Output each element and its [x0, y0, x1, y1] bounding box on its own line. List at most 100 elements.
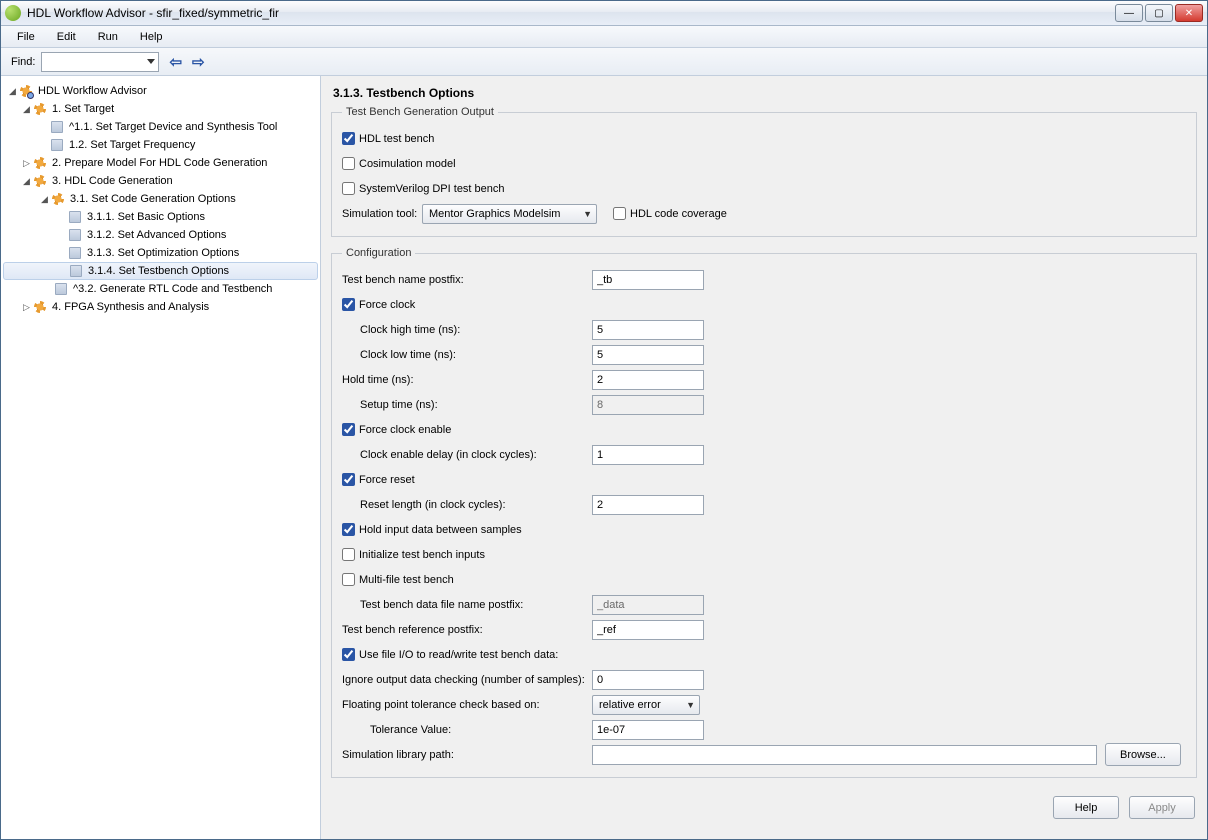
ignore-output-label: Ignore output data checking (number of s… [342, 674, 592, 686]
tree-node-2[interactable]: ▷ 2. Prepare Model For HDL Code Generati… [3, 154, 318, 172]
clock-enable-delay-input[interactable] [592, 445, 704, 465]
multi-file-checkbox[interactable] [342, 573, 355, 586]
collapse-icon[interactable]: ◢ [39, 194, 50, 205]
menu-help[interactable]: Help [130, 29, 173, 45]
gear-icon [32, 156, 48, 170]
force-clock-enable-label: Force clock enable [359, 424, 451, 436]
tb-postfix-label: Test bench name postfix: [342, 274, 592, 286]
expand-icon[interactable]: ▷ [21, 158, 32, 169]
expand-icon[interactable]: ▷ [21, 302, 32, 313]
titlebar: HDL Workflow Advisor - sfir_fixed/symmet… [1, 1, 1207, 26]
hold-time-input[interactable] [592, 370, 704, 390]
libpath-input[interactable] [592, 745, 1097, 765]
menu-file[interactable]: File [7, 29, 45, 45]
app-icon [5, 5, 21, 21]
document-icon [53, 282, 69, 296]
collapse-icon[interactable]: ◢ [21, 176, 32, 187]
clock-low-label: Clock low time (ns): [342, 349, 592, 361]
find-prev-icon[interactable]: ⇦ [167, 53, 184, 71]
hdl-coverage-checkbox[interactable] [613, 207, 626, 220]
menu-edit[interactable]: Edit [47, 29, 86, 45]
hold-input-checkbox[interactable] [342, 523, 355, 536]
document-icon [67, 246, 83, 260]
tree-node-3[interactable]: ◢ 3. HDL Code Generation [3, 172, 318, 190]
tree-root[interactable]: ◢ HDL Workflow Advisor [3, 82, 318, 100]
content-panel: 3.1.3. Testbench Options Test Bench Gene… [321, 76, 1207, 839]
collapse-icon[interactable]: ◢ [21, 104, 32, 115]
fptol-label: Floating point tolerance check based on: [342, 699, 592, 711]
titlebar-text: HDL Workflow Advisor - sfir_fixed/symmet… [27, 6, 1115, 20]
use-fileio-checkbox[interactable] [342, 648, 355, 661]
hdl-testbench-checkbox[interactable] [342, 132, 355, 145]
collapse-icon[interactable]: ◢ [7, 86, 18, 97]
tree-node-4[interactable]: ▷ 4. FPGA Synthesis and Analysis [3, 298, 318, 316]
tree-panel[interactable]: ◢ HDL Workflow Advisor ◢ 1. Set Target ^… [1, 76, 321, 839]
sim-tool-combo[interactable]: Mentor Graphics Modelsim ▼ [422, 204, 597, 224]
gear-icon [18, 84, 34, 98]
minimize-button[interactable]: — [1115, 4, 1143, 22]
document-icon [67, 210, 83, 224]
gear-icon [32, 174, 48, 188]
tolerance-value-label: Tolerance Value: [342, 724, 592, 736]
find-input[interactable] [41, 52, 159, 72]
init-tb-checkbox[interactable] [342, 548, 355, 561]
multi-file-label: Multi-file test bench [359, 574, 454, 586]
ref-postfix-input[interactable] [592, 620, 704, 640]
ignore-output-input[interactable] [592, 670, 704, 690]
menubar: File Edit Run Help [1, 26, 1207, 48]
force-clock-checkbox[interactable] [342, 298, 355, 311]
hdl-testbench-label: HDL test bench [359, 133, 434, 145]
sim-tool-label: Simulation tool: [342, 208, 422, 220]
tree-node-3-1-3[interactable]: 3.1.3. Set Optimization Options [3, 244, 318, 262]
tolerance-value-input[interactable] [592, 720, 704, 740]
footer: Help Apply [331, 788, 1197, 819]
force-reset-label: Force reset [359, 474, 415, 486]
clock-high-label: Clock high time (ns): [342, 324, 592, 336]
main: ◢ HDL Workflow Advisor ◢ 1. Set Target ^… [1, 76, 1207, 839]
toolbar: Find: ⇦ ⇨ [1, 48, 1207, 76]
sv-dpi-checkbox[interactable] [342, 182, 355, 195]
document-icon [49, 120, 65, 134]
group-testbench-output: Test Bench Generation Output HDL test be… [331, 106, 1197, 237]
gear-icon [32, 102, 48, 116]
help-button[interactable]: Help [1053, 796, 1119, 819]
reset-length-label: Reset length (in clock cycles): [342, 499, 592, 511]
setup-time-input [592, 395, 704, 415]
group-legend: Test Bench Generation Output [342, 106, 498, 118]
find-history-dropdown-icon[interactable] [147, 59, 155, 64]
hdl-coverage-label: HDL code coverage [630, 208, 727, 220]
use-fileio-label: Use file I/O to read/write test bench da… [359, 649, 558, 661]
tb-postfix-input[interactable] [592, 270, 704, 290]
page-title: 3.1.3. Testbench Options [331, 82, 1197, 106]
force-clock-label: Force clock [359, 299, 415, 311]
tree-node-3-1[interactable]: ◢ 3.1. Set Code Generation Options [3, 190, 318, 208]
tree-node-3-1-2[interactable]: 3.1.2. Set Advanced Options [3, 226, 318, 244]
close-button[interactable]: ✕ [1175, 4, 1203, 22]
hold-time-label: Hold time (ns): [342, 374, 592, 386]
tree-node-1[interactable]: ◢ 1. Set Target [3, 100, 318, 118]
find-next-icon[interactable]: ⇨ [190, 53, 207, 71]
gear-icon [32, 300, 48, 314]
cosimulation-checkbox[interactable] [342, 157, 355, 170]
menu-run[interactable]: Run [88, 29, 128, 45]
group-legend: Configuration [342, 247, 415, 259]
tree-node-1-2[interactable]: 1.2. Set Target Frequency [3, 136, 318, 154]
force-reset-checkbox[interactable] [342, 473, 355, 486]
clock-high-input[interactable] [592, 320, 704, 340]
apply-button[interactable]: Apply [1129, 796, 1195, 819]
reset-length-input[interactable] [592, 495, 704, 515]
tree-node-3-2[interactable]: ^3.2. Generate RTL Code and Testbench [3, 280, 318, 298]
tree-node-3-1-4-selected[interactable]: 3.1.4. Set Testbench Options [3, 262, 318, 280]
group-configuration: Configuration Test bench name postfix: F… [331, 247, 1197, 778]
maximize-button[interactable]: ▢ [1145, 4, 1173, 22]
clock-low-input[interactable] [592, 345, 704, 365]
init-tb-label: Initialize test bench inputs [359, 549, 485, 561]
window: HDL Workflow Advisor - sfir_fixed/symmet… [0, 0, 1208, 840]
force-clock-enable-checkbox[interactable] [342, 423, 355, 436]
tree-node-3-1-1[interactable]: 3.1.1. Set Basic Options [3, 208, 318, 226]
fptol-combo[interactable]: relative error ▼ [592, 695, 700, 715]
tree-node-1-1[interactable]: ^1.1. Set Target Device and Synthesis To… [3, 118, 318, 136]
libpath-label: Simulation library path: [342, 749, 592, 761]
browse-button[interactable]: Browse... [1105, 743, 1181, 766]
document-icon [68, 264, 84, 278]
